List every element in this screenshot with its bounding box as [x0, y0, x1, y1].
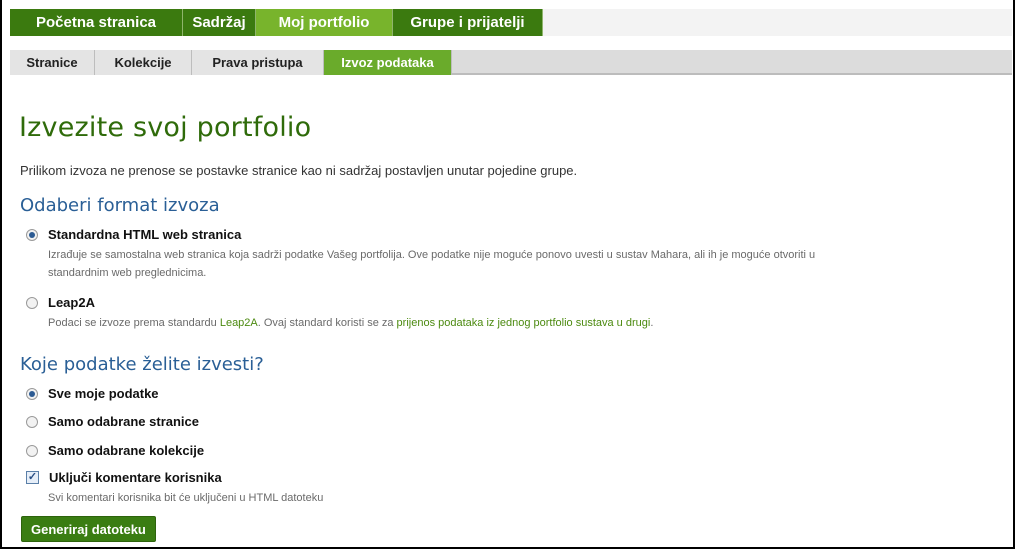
desc-text: . Ovaj standard koristi se za: [257, 317, 397, 329]
format-option-leap2a[interactable]: Leap2A: [26, 295, 95, 310]
data-option-pages[interactable]: Samo odabrane stranice: [26, 414, 199, 429]
leap2a-link[interactable]: Leap2A: [220, 317, 258, 329]
radio-all-data[interactable]: [26, 387, 38, 400]
data-option-all[interactable]: Sve moje podatke: [26, 386, 159, 401]
desc-line: standardnim web preglednicima.: [48, 267, 207, 279]
main-navigation: Početna stranica Sadržaj Moj portfolio G…: [10, 9, 1012, 36]
desc-line: Izrađuje se samostalna web stranica koja…: [48, 249, 816, 261]
include-comments-option[interactable]: ✓ Uključi komentare korisnika: [26, 470, 222, 485]
nav-tab-content[interactable]: Sadržaj: [183, 9, 256, 36]
format-option-leap2a-label: Leap2A: [48, 295, 95, 310]
format-option-html-desc: Izrađuje se samostalna web stranica koja…: [48, 246, 815, 282]
data-transfer-link[interactable]: prijenos podataka iz jednog portfolio su…: [397, 317, 651, 329]
desc-text: .: [650, 317, 654, 329]
page-intro: Prilikom izvoza ne prenose se postavke s…: [20, 163, 578, 178]
subnav-tab-access-rights[interactable]: Prava pristupa: [192, 50, 324, 75]
data-option-all-label: Sve moje podatke: [48, 386, 159, 401]
radio-selected-pages[interactable]: [26, 415, 38, 428]
radio-selected-collections[interactable]: [26, 444, 38, 457]
include-comments-label: Uključi komentare korisnika: [49, 470, 222, 485]
include-comments-desc: Svi komentari korisnika bit će uključeni…: [48, 492, 324, 504]
format-option-html-label: Standardna HTML web stranica: [48, 227, 242, 242]
data-option-pages-label: Samo odabrane stranice: [48, 414, 199, 429]
data-option-collections-label: Samo odabrane kolekcije: [48, 443, 205, 458]
page-title: Izvezite svoj portfolio: [19, 112, 312, 143]
generate-file-button[interactable]: Generiraj datoteku: [21, 516, 156, 542]
subnav-tab-export[interactable]: Izvoz podataka: [324, 50, 452, 75]
nav-tab-groups-friends[interactable]: Grupe i prijatelji: [393, 9, 543, 36]
radio-leap2a[interactable]: [26, 296, 38, 309]
include-comments-checkbox[interactable]: ✓: [26, 471, 39, 484]
radio-html[interactable]: [26, 228, 38, 241]
format-section-heading: Odaberi format izvoza: [20, 195, 220, 216]
sub-navigation: Stranice Kolekcije Prava pristupa Izvoz …: [10, 50, 1012, 75]
nav-tab-home[interactable]: Početna stranica: [10, 9, 183, 36]
desc-text: Podaci se izvoze prema standardu: [48, 317, 220, 329]
subnav-tab-pages[interactable]: Stranice: [10, 50, 95, 75]
format-option-leap2a-desc: Podaci se izvoze prema standardu Leap2A.…: [48, 314, 653, 332]
nav-tab-my-portfolio[interactable]: Moj portfolio: [256, 9, 393, 36]
format-option-html[interactable]: Standardna HTML web stranica: [26, 227, 241, 242]
data-option-collections[interactable]: Samo odabrane kolekcije: [26, 443, 204, 458]
subnav-tab-collections[interactable]: Kolekcije: [95, 50, 192, 75]
data-section-heading: Koje podatke želite izvesti?: [20, 354, 264, 375]
